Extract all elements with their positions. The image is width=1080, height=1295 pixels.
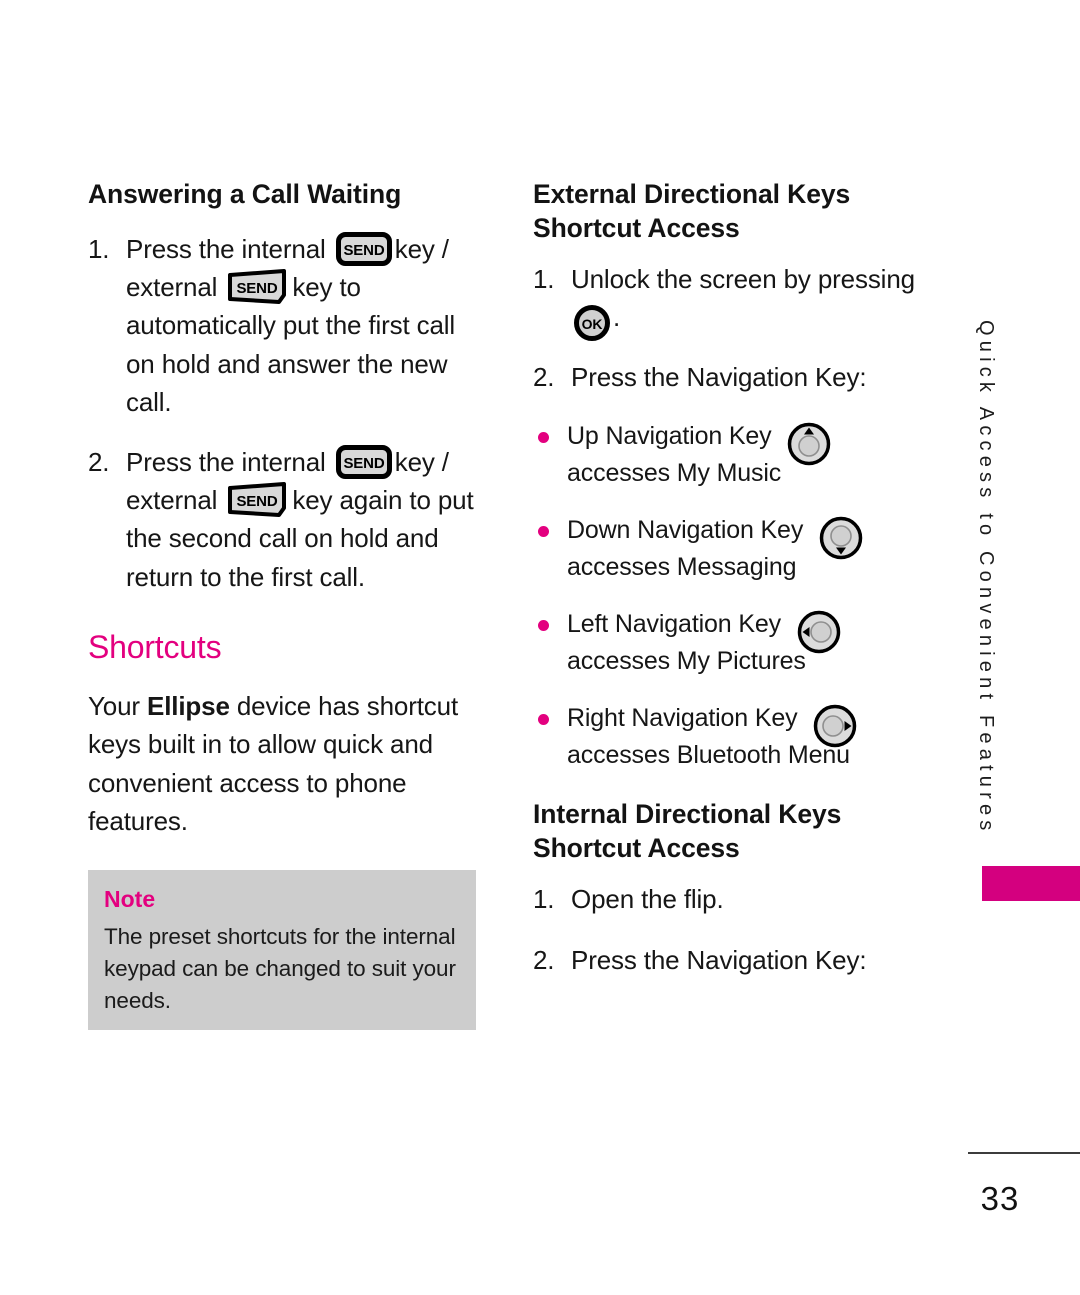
bullet-dot-icon	[538, 714, 549, 726]
nav-key-detail: accesses Messaging	[567, 553, 797, 582]
heading-internal-directional-keys: Internal Directional Keys Shortcut Acces…	[533, 799, 842, 864]
svg-text:SEND: SEND	[343, 455, 384, 472]
step-text-part-2: .	[613, 302, 621, 333]
product-name: Ellipse	[147, 691, 230, 722]
shortcuts-paragraph: Your Ellipse device has shortcut keys bu…	[88, 687, 480, 840]
step-number: 2.	[533, 362, 555, 393]
note-title: Note	[104, 886, 156, 912]
nav-key-label: Left Navigation Key	[567, 610, 781, 639]
nav-key-detail: accesses Bluetooth Menu	[567, 741, 850, 770]
step-text-part-1: Press the internal	[126, 447, 326, 477]
side-tab-label: Quick Access to Convenient Features	[975, 320, 997, 836]
step-number: 1.	[533, 263, 555, 294]
list-item: Right Navigation Key accesses Bluetooth …	[533, 700, 933, 774]
right-column: External Directional Keys Shortcut Acces…	[533, 178, 933, 1001]
step-item: 2. Press the internal SEND key / external…	[88, 443, 480, 596]
heading-shortcuts: Shortcuts	[88, 628, 222, 665]
nav-key-right-icon	[812, 703, 858, 749]
step-text: Open the flip.	[571, 884, 724, 915]
heading-external-directional-keys: External Directional Keys Shortcut Acces…	[533, 179, 851, 243]
step-text-part-1: Press the Navigation Key:	[571, 362, 867, 393]
nav-key-bullet-list: Up Navigation Key accesses My Music Down…	[533, 418, 933, 774]
nav-key-left-icon	[796, 609, 842, 655]
side-tab: Quick Access to Convenient Features	[963, 320, 1007, 880]
list-item: Left Navigation Key accesses My Pictures	[533, 606, 933, 680]
send-key-internal-icon: SEND	[335, 445, 392, 480]
send-key-external-icon: SEND	[227, 482, 289, 518]
step-number: 2.	[533, 944, 555, 975]
nav-key-label: Up Navigation Key	[567, 422, 772, 451]
ok-key-icon: OK	[573, 304, 611, 342]
nav-key-detail: accesses My Pictures	[567, 647, 806, 676]
bullet-dot-icon	[538, 526, 549, 538]
nav-key-label: Down Navigation Key	[567, 516, 804, 545]
svg-text:SEND: SEND	[343, 242, 384, 259]
bullet-dot-icon	[538, 432, 549, 444]
note-body: The preset shortcuts for the internal ke…	[104, 923, 456, 1013]
paragraph-text-pre: Your	[88, 691, 148, 722]
step-text-part-1: Unlock the screen by pressing	[571, 263, 915, 294]
left-column: Answering a Call Waiting 1. Press the int…	[88, 178, 480, 866]
send-key-internal-icon: SEND	[335, 232, 392, 267]
bullet-dot-icon	[538, 620, 549, 632]
svg-text:SEND: SEND	[237, 280, 278, 297]
side-tab-color-block	[982, 866, 1080, 901]
step-item: 1. Unlock the screen by pressing OK .	[533, 260, 933, 341]
footer-divider	[968, 1152, 1080, 1154]
step-item: 1. Open the flip.	[533, 880, 933, 918]
nav-key-label: Right Navigation Key	[567, 704, 798, 733]
step-number: 1.	[88, 233, 110, 264]
svg-text:OK: OK	[582, 316, 603, 332]
nav-key-detail: accesses My Music	[567, 459, 782, 488]
step-text: Press the Navigation Key:	[571, 944, 867, 975]
nav-key-down-icon	[818, 515, 864, 561]
nav-key-up-icon	[786, 421, 832, 467]
list-item: Up Navigation Key accesses My Music	[533, 418, 933, 492]
page-number: 33	[980, 1180, 1020, 1217]
step-item: 1. Press the internal SEND key / external…	[88, 230, 480, 421]
note-box: Note The preset shortcuts for the intern…	[88, 870, 476, 1030]
step-number: 1.	[533, 884, 555, 915]
step-item: 2. Press the Navigation Key:	[533, 941, 933, 979]
send-key-external-icon: SEND	[227, 269, 289, 305]
manual-page: Answering a Call Waiting 1. Press the int…	[0, 0, 1080, 1295]
step-item: 2. Press the Navigation Key:	[533, 358, 933, 396]
heading-answering-a-call-waiting: Answering a Call Waiting	[88, 179, 402, 209]
list-item: Down Navigation Key accesses Messaging	[533, 512, 933, 586]
svg-text:SEND: SEND	[237, 493, 278, 510]
step-text-part-1: Press the internal	[126, 233, 326, 264]
step-number: 2.	[88, 447, 110, 477]
